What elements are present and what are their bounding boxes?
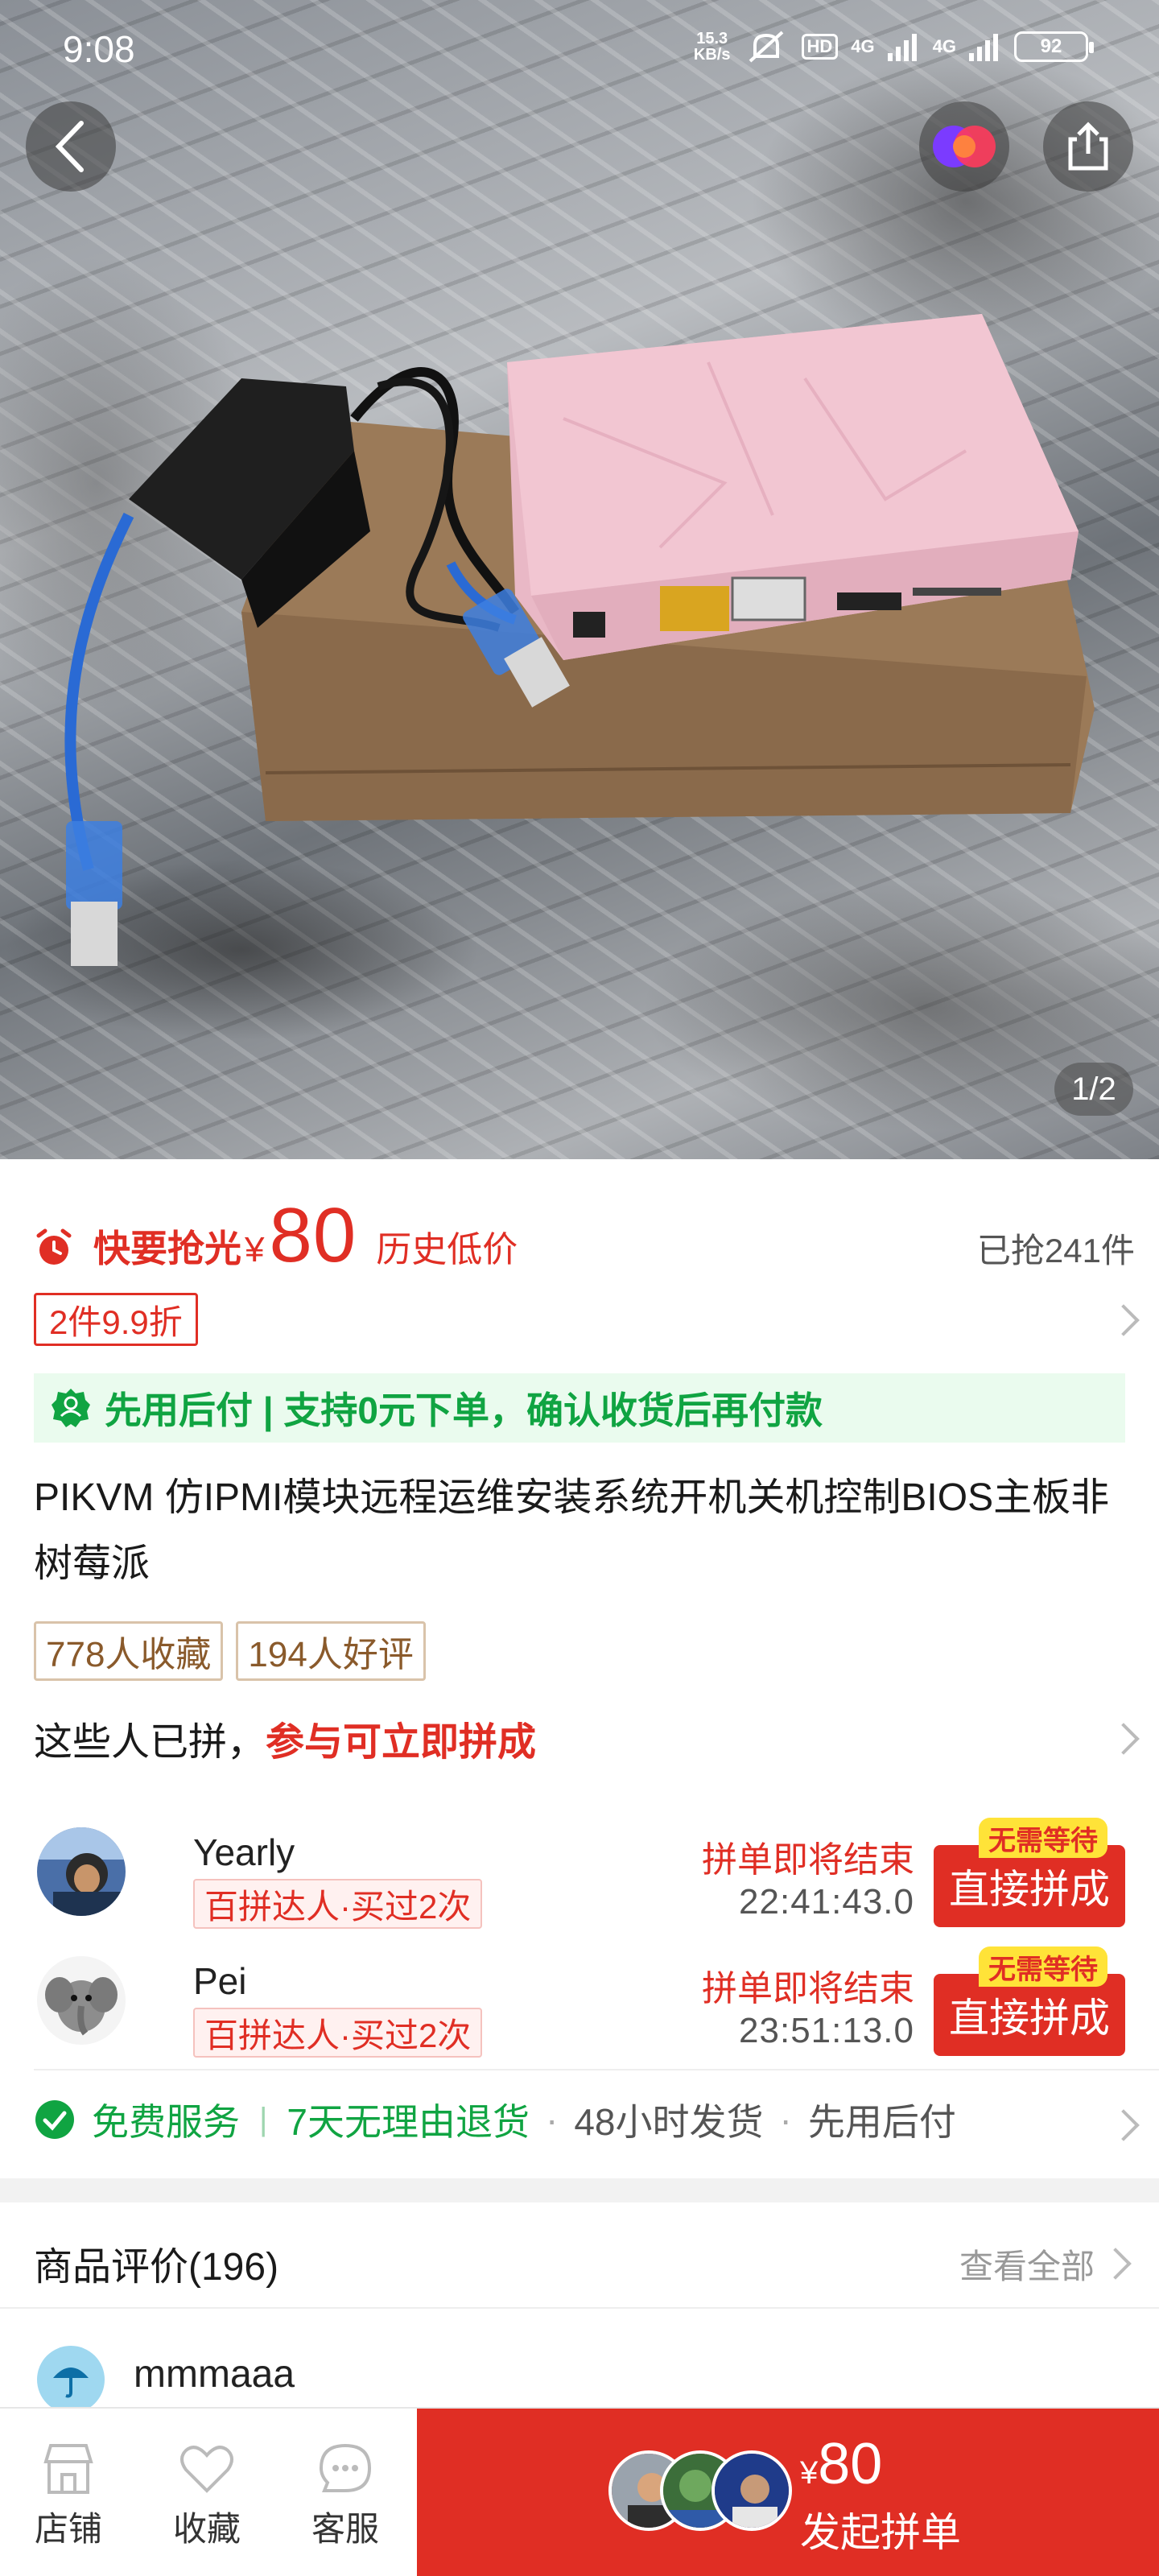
- chevron-left-icon: [55, 121, 84, 172]
- pay-later-text: 先用后付 | 支持0元下单，确认收货后再付款: [105, 1389, 823, 1431]
- buyer-badge: 百拼达人·买过2次: [193, 2008, 483, 2058]
- network-speed: 15.3 KB/s: [693, 30, 731, 64]
- favorites-count-tag: 778人收藏: [34, 1621, 224, 1681]
- group-avatars: [608, 2450, 792, 2531]
- group-buyer-row: Yearly 百拼达人·买过2次 拼单即将结束 22:41:43.0 直接拼成 …: [0, 1818, 1159, 1948]
- countdown-timer: 23:51:13.0: [739, 2011, 914, 2050]
- group-buy-header[interactable]: 这些人已拼，参与可立即拼成: [34, 1710, 536, 1766]
- pay-later-icon: [52, 1389, 90, 1427]
- favorite-nav-button[interactable]: 收藏: [138, 2409, 275, 2576]
- chevron-right-icon[interactable]: [1107, 2109, 1140, 2141]
- pdd-logo-icon: [933, 126, 996, 167]
- start-group-buy-button[interactable]: ¥80 发起拼单: [417, 2409, 1159, 2576]
- customer-service-nav-button[interactable]: 客服: [277, 2409, 414, 2576]
- pay-later-banner[interactable]: 先用后付 | 支持0元下单，确认收货后再付款: [34, 1373, 1125, 1443]
- separator: |: [259, 2101, 268, 2137]
- store-label: 店铺: [34, 2510, 102, 2548]
- chevron-right-icon[interactable]: [1099, 2248, 1132, 2280]
- image-counter: 1/2: [1054, 1063, 1133, 1116]
- signal-bars-icon: [969, 34, 998, 61]
- buyer-name: Pei: [193, 1960, 247, 2002]
- free-service-label: 免费服务: [92, 2101, 240, 2143]
- return-policy-label: 7天无理由退货: [287, 2101, 530, 2143]
- services-row[interactable]: 免费服务 | 7天无理由退货 · 48小时发货 · 先用后付: [34, 2093, 956, 2146]
- favorite-label: 收藏: [172, 2510, 241, 2548]
- buyer-badge: 百拼达人·买过2次: [193, 1879, 483, 1929]
- alarm-clock-icon: [36, 1228, 72, 1265]
- avatar: [711, 2450, 792, 2531]
- chat-bubble-icon: [319, 2443, 372, 2492]
- product-image-carousel[interactable]: 9:08 15.3 KB/s HD 4G 4G 92 1/2: [0, 0, 1159, 1159]
- dot-separator: ·: [779, 2099, 792, 2140]
- reviews-title: 商品评价(196): [34, 2246, 279, 2289]
- no-wait-badge: 无需等待: [979, 1946, 1107, 1987]
- product-info-panel: 快要抢光 ¥ 80 历史低价 已抢241件 2件9.9折 先用后付 | 支持0元…: [0, 1159, 1159, 2178]
- buy-label: 发起拼单: [800, 2510, 961, 2555]
- shipping-label: 48小时发货: [574, 2101, 764, 2143]
- price-currency: ¥: [245, 1230, 265, 1269]
- countdown-timer: 22:41:43.0: [739, 1882, 914, 1922]
- view-all-reviews-link[interactable]: 查看全部: [959, 2240, 1095, 2289]
- customer-service-label: 客服: [311, 2510, 379, 2548]
- social-tags: 778人收藏 194人好评: [34, 1621, 426, 1681]
- reviewer-avatar: [37, 2346, 105, 2413]
- share-icon: [1068, 122, 1108, 171]
- status-time: 9:08: [63, 28, 135, 70]
- price-row: 快要抢光 ¥ 80 历史低价: [34, 1191, 518, 1280]
- group-ending-label: 拼单即将结束: [702, 1969, 914, 2008]
- chevron-right-icon[interactable]: [1107, 1723, 1140, 1755]
- pay-later-service-label: 先用后付: [807, 2101, 956, 2143]
- flash-sale-label: 快要抢光: [93, 1228, 241, 1269]
- umbrella-icon: [53, 2368, 89, 2398]
- check-circle-icon: [35, 2100, 74, 2139]
- chevron-right-icon[interactable]: [1107, 1304, 1140, 1336]
- signal-bars-icon: [887, 34, 917, 61]
- heart-icon: [180, 2446, 233, 2493]
- group-buyer-row: Pei 百拼达人·买过2次 拼单即将结束 23:51:13.0 直接拼成 无需等…: [0, 1946, 1159, 2077]
- store-nav-button[interactable]: 店铺: [0, 2409, 137, 2576]
- mute-icon: [749, 31, 783, 63]
- hd-icon: HD: [801, 34, 839, 60]
- share-button[interactable]: [1043, 101, 1133, 192]
- divider: [34, 2069, 1159, 2070]
- store-icon: [43, 2444, 93, 2494]
- no-wait-badge: 无需等待: [979, 1818, 1107, 1858]
- history-low-label: 历史低价: [376, 1230, 518, 1269]
- status-bar: 9:08 15.3 KB/s HD 4G 4G 92: [0, 0, 1159, 97]
- status-icons: 15.3 KB/s HD 4G 4G 92: [693, 29, 1094, 64]
- buyer-name: Yearly: [193, 1831, 295, 1873]
- dot-separator: ·: [545, 2099, 559, 2140]
- price-amount: 80: [269, 1192, 357, 1278]
- app-logo-button[interactable]: [919, 101, 1009, 192]
- divider: [0, 2307, 1159, 2309]
- back-button[interactable]: [26, 101, 116, 192]
- avatar: [37, 1956, 126, 2045]
- product-title: PIKVM 仿IPMI模块远程运维安装系统开机关机控制BIOS主板非树莓派: [34, 1476, 1110, 1585]
- signal-4g-label-1: 4G: [851, 36, 875, 56]
- bottom-action-bar: 店铺 收藏 客服 ¥80 发起拼单: [0, 2407, 1159, 2576]
- avatar: [37, 1827, 126, 1916]
- signal-4g-label-2: 4G: [932, 36, 956, 56]
- discount-tag[interactable]: 2件9.9折: [34, 1293, 198, 1346]
- battery-indicator: 92: [1014, 31, 1094, 62]
- good-reviews-tag: 194人好评: [236, 1621, 426, 1681]
- group-buy-highlight: 参与可立即拼成: [266, 1721, 537, 1764]
- sold-count: 已抢241件: [976, 1232, 1135, 1269]
- group-ending-label: 拼单即将结束: [702, 1840, 914, 1880]
- buy-price: ¥80: [800, 2432, 883, 2496]
- reviewer-name: mmmaaa: [134, 2353, 295, 2396]
